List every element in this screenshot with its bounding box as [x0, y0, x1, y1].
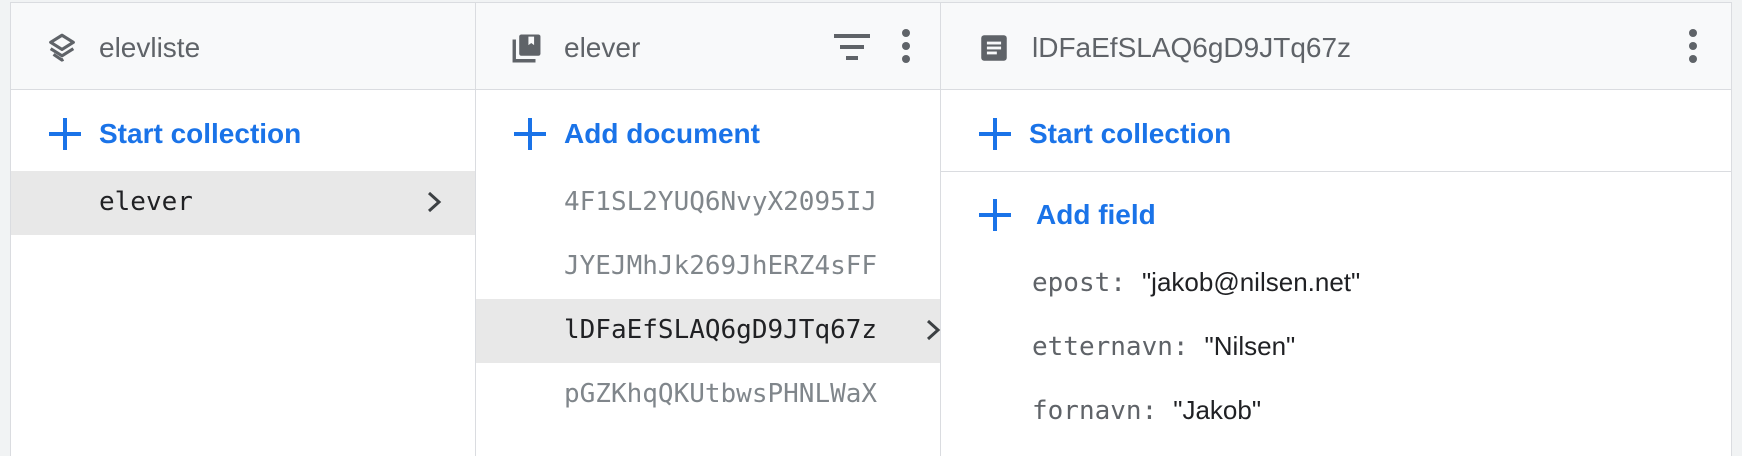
document-item[interactable]: 4F1SL2YUQ6NvyX2095IJ	[476, 171, 940, 235]
add-icon	[979, 118, 1011, 150]
more-vert-icon[interactable]	[1687, 29, 1699, 65]
document-item-label: pGZKhqQKUtbwsPHNLWaX	[564, 379, 878, 409]
collection-item-elever[interactable]: elever	[11, 171, 475, 235]
root-panel: elevliste Start collection elever	[11, 3, 476, 456]
collection-item-label: elever	[99, 187, 193, 217]
collection-icon	[512, 34, 541, 63]
firestore-data-viewer: elevliste Start collection elever elever	[10, 2, 1732, 456]
add-icon	[514, 118, 546, 150]
add-document-label: Add document	[564, 118, 760, 149]
add-icon	[979, 199, 1011, 231]
document-item-selected[interactable]: lDFaEfSLAQ6gD9JTq67z	[476, 299, 941, 363]
start-subcollection-button[interactable]: Start collection	[941, 94, 1731, 174]
collection-panel-header: elever	[476, 3, 940, 90]
document-panel: lDFaEfSLAQ6gD9JTq67z Start collection Ad…	[941, 3, 1731, 456]
field-colon: :	[1141, 396, 1158, 426]
document-item[interactable]: pGZKhqQKUtbwsPHNLWaX	[476, 363, 940, 427]
database-stack-icon	[49, 33, 75, 62]
document-icon	[981, 35, 1007, 61]
more-vert-icon[interactable]	[900, 29, 912, 65]
document-item-label: JYEJMhJk269JhERZ4sFF	[564, 251, 878, 281]
document-title: lDFaEfSLAQ6gD9JTq67z	[1032, 32, 1352, 63]
field-key: fornavn	[1032, 396, 1142, 426]
field-key: epost	[1032, 268, 1111, 298]
field-row[interactable]: epost: "jakob@nilsen.net"	[1032, 267, 1360, 307]
add-icon	[49, 118, 81, 150]
root-title: elevliste	[99, 32, 201, 63]
add-document-button[interactable]: Add document	[476, 94, 940, 174]
divider	[941, 171, 1731, 172]
field-colon: :	[1110, 268, 1126, 298]
start-subcollection-label: Start collection	[1029, 118, 1232, 149]
collection-title: elever	[564, 32, 641, 63]
document-item[interactable]: JYEJMhJk269JhERZ4sFF	[476, 235, 940, 299]
document-panel-header: lDFaEfSLAQ6gD9JTq67z	[941, 3, 1731, 90]
add-field-label: Add field	[1036, 199, 1156, 230]
chevron-right-icon	[427, 191, 442, 213]
filter-icon[interactable]	[834, 34, 870, 60]
root-panel-header: elevliste	[11, 3, 475, 90]
field-value: "Jakob"	[1173, 395, 1262, 425]
document-item-label: 4F1SL2YUQ6NvyX2095IJ	[564, 187, 878, 217]
collection-panel: elever Add document 4F1SL2YUQ6NvyX2095IJ…	[476, 3, 941, 456]
field-value: "jakob@nilsen.net"	[1141, 267, 1361, 297]
field-row[interactable]: fornavn: "Jakob"	[1032, 395, 1261, 435]
add-field-button[interactable]: Add field	[941, 175, 1731, 255]
field-row[interactable]: etternavn: "Nilsen"	[1032, 331, 1295, 371]
start-collection-button[interactable]: Start collection	[11, 94, 475, 174]
document-item-label: lDFaEfSLAQ6gD9JTq67z	[564, 315, 878, 345]
start-collection-label: Start collection	[99, 118, 302, 149]
field-value: "Nilsen"	[1204, 331, 1296, 361]
field-colon: :	[1172, 332, 1189, 362]
field-key: etternavn	[1032, 332, 1173, 362]
